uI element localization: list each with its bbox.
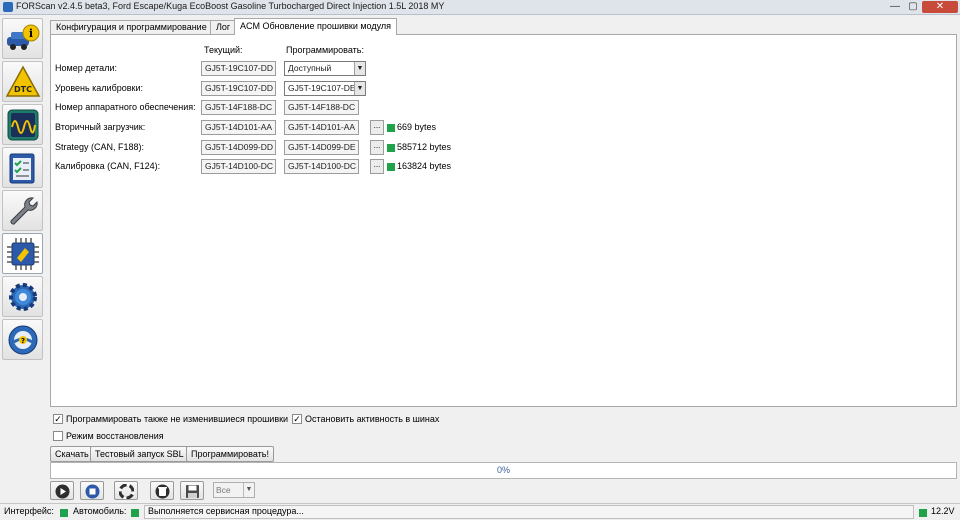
sidebar-item-help[interactable]: ? — [2, 319, 43, 360]
chevron-down-icon: ▼ — [354, 62, 365, 75]
calibration-level-label: Уровень калибровки: — [55, 83, 144, 93]
secondary-bootloader-current-field: GJ5T-14D101-AA — [201, 120, 276, 135]
lifebuoy-button[interactable] — [114, 481, 138, 500]
secondary-bootloader-label: Вторичный загрузчик: — [55, 122, 146, 132]
program-unchanged-checkbox[interactable]: ✓ — [53, 414, 63, 424]
battery-voltage: 12.2V — [931, 506, 955, 516]
firmware-update-panel: Текущий: Программировать: Номер детали: … — [50, 34, 957, 407]
secondary-bootloader-program-field: GJ5T-14D101-AA — [284, 120, 359, 135]
progress-label: 0% — [496, 465, 510, 475]
play-icon — [55, 484, 70, 499]
stop-button[interactable] — [80, 481, 104, 500]
chip-icon — [7, 238, 39, 270]
part-number-current-field: GJ5T-19C107-DD — [201, 61, 276, 76]
calibration-level-program-select[interactable]: GJ5T-19C107-DE ▼ — [284, 81, 366, 96]
test-sbl-button[interactable]: Тестовый запуск SBL — [90, 446, 189, 462]
play-button[interactable] — [50, 481, 74, 500]
strategy-program-field: GJ5T-14D099-DE — [284, 140, 359, 155]
status-message-box: Выполняется сервисная процедура... — [144, 505, 914, 519]
part-number-program-select[interactable]: Доступный ▼ — [284, 61, 366, 76]
part-number-label: Номер детали: — [55, 63, 117, 73]
sidebar-item-dtc[interactable]: DTC — [2, 61, 43, 102]
interface-label: Интерфейс: — [4, 506, 54, 516]
calibration-level-current-field: GJ5T-19C107-DD — [201, 81, 276, 96]
sidebar-item-oscilloscope[interactable] — [2, 104, 43, 145]
stop-bus-activity-checkbox[interactable]: ✓ — [292, 414, 302, 424]
vehicle-label: Автомобиль: — [73, 506, 127, 516]
calibration-status-indicator — [387, 163, 395, 171]
svg-text:DTC: DTC — [14, 85, 32, 94]
tab-acm-firmware-update[interactable]: ACM Обновление прошивки модуля — [234, 18, 398, 35]
calibration-size: 163824 bytes — [397, 161, 452, 171]
wrench-icon — [10, 197, 38, 225]
progress-bar: 0% — [50, 462, 957, 479]
sidebar-item-vehicle-info[interactable]: i — [2, 18, 43, 59]
strategy-label: Strategy (CAN, F188): — [55, 142, 145, 152]
chevron-down-icon: ▼ — [243, 483, 254, 497]
help-wheel-icon: ? — [8, 325, 38, 355]
stop-icon — [85, 484, 100, 499]
calibration-level-program-value: GJ5T-19C107-DE — [288, 83, 356, 93]
lifebuoy-icon — [119, 484, 134, 499]
stop-bus-activity-label: Остановить активность в шинах — [305, 414, 440, 424]
secondary-bootloader-size: 669 bytes — [397, 122, 437, 132]
log-filter-value: Все — [216, 485, 231, 495]
calibration-browse-button[interactable]: ... — [370, 159, 384, 174]
strategy-browse-button[interactable]: ... — [370, 140, 384, 155]
hardware-number-current-field: GJ5T-14F188-DC — [201, 100, 276, 115]
status-message: Выполняется сервисная процедура... — [148, 506, 304, 516]
vehicle-status-indicator — [131, 509, 139, 517]
program-button[interactable]: Программировать! — [186, 446, 274, 462]
tab-log[interactable]: Лог — [210, 20, 237, 34]
strategy-current-field: GJ5T-14D099-DD — [201, 140, 276, 155]
interface-status-indicator — [60, 509, 68, 517]
recovery-mode-checkbox[interactable] — [53, 431, 63, 441]
calibration-program-field: GJ5T-14D100-DC — [284, 159, 359, 174]
close-button[interactable]: ✕ — [922, 1, 958, 13]
svg-text:?: ? — [21, 337, 25, 345]
voltage-status-indicator — [919, 509, 927, 517]
hardware-number-program-field: GJ5T-14F188-DC — [284, 100, 359, 115]
sidebar-item-configuration-programming[interactable] — [2, 233, 43, 274]
sidebar-item-service[interactable] — [2, 190, 43, 231]
column-header-current: Текущий: — [204, 45, 243, 55]
recovery-mode-label: Режим восстановления — [66, 431, 164, 441]
oscilloscope-icon — [7, 109, 39, 141]
clear-icon — [155, 484, 170, 499]
log-filter-select[interactable]: Все ▼ — [213, 482, 255, 498]
clear-button[interactable] — [150, 481, 174, 500]
save-icon — [186, 485, 199, 498]
download-button[interactable]: Скачать — [50, 446, 94, 462]
svg-text:i: i — [29, 27, 33, 40]
chevron-down-icon: ▼ — [354, 82, 365, 95]
dtc-warning-icon: DTC — [5, 65, 41, 97]
strategy-status-indicator — [387, 144, 395, 152]
sidebar-item-settings[interactable] — [2, 276, 43, 317]
title-bar: FORScan v2.4.5 beta3, Ford Escape/Kuga E… — [0, 0, 960, 15]
calibration-current-field: GJ5T-14D100-DC — [201, 159, 276, 174]
part-number-program-value: Доступный — [288, 63, 332, 73]
sidebar-item-tests[interactable] — [2, 147, 43, 188]
status-bar: Интерфейс: Автомобиль: Выполняется серви… — [0, 503, 960, 520]
gear-icon — [9, 283, 37, 311]
secondary-bootloader-browse-button[interactable]: ... — [370, 120, 384, 135]
column-header-program: Программировать: — [286, 45, 364, 55]
window-title: FORScan v2.4.5 beta3, Ford Escape/Kuga E… — [16, 1, 445, 11]
tab-configuration[interactable]: Конфигурация и программирование — [50, 20, 213, 34]
hardware-number-label: Номер аппаратного обеспечения: — [55, 102, 196, 112]
minimize-button[interactable]: — — [888, 1, 902, 13]
program-unchanged-label: Программировать также не изменившиеся пр… — [66, 414, 289, 424]
strategy-size: 585712 bytes — [397, 142, 452, 152]
save-button[interactable] — [180, 481, 204, 500]
checklist-icon — [9, 153, 35, 184]
sidebar: i DTC ? — [0, 16, 45, 506]
maximize-button[interactable]: ▢ — [906, 1, 920, 13]
calibration-label: Калибровка (CAN, F124): — [55, 161, 161, 171]
car-info-icon: i — [7, 24, 40, 50]
app-icon — [3, 2, 13, 12]
secondary-bootloader-status-indicator — [387, 124, 395, 132]
